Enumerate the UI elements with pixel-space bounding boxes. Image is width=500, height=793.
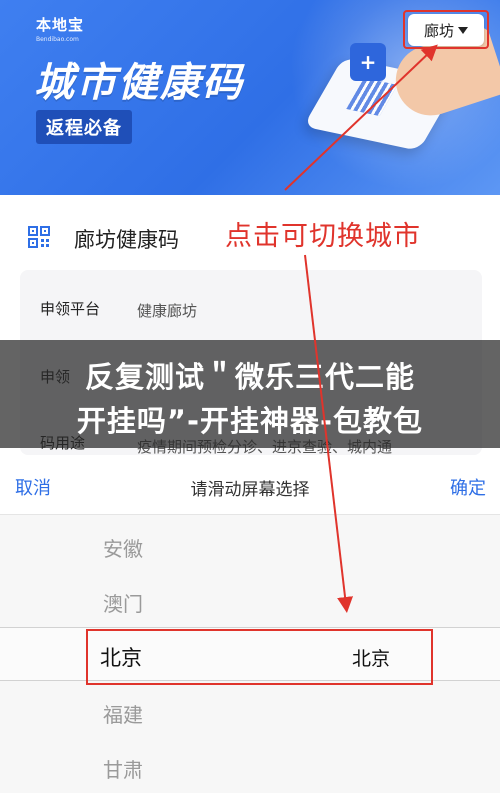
picker-option[interactable]: 福建 [103, 699, 143, 728]
banner: 本地宝 Bendibao.com 城市健康码 返程必备 + 廊坊 [0, 0, 500, 195]
logo-subtext: Bendibao.com [36, 36, 79, 43]
shield-cross-icon: + [350, 43, 386, 81]
overlay-line-1: 反复测试＂微乐三代二能 [84, 360, 415, 394]
overlay-line-2: 开挂吗”-开挂神器-包教包 [76, 404, 424, 438]
picker-option[interactable]: 安徽 [103, 533, 143, 562]
overlay-banner: 反复测试＂微乐三代二能 开挂吗”-开挂神器-包教包 [0, 340, 500, 448]
picker-option[interactable]: 澳门 [103, 588, 143, 617]
row-label-platform: 申领平台 [40, 300, 101, 318]
phone-qr-illustration [346, 77, 398, 116]
picker-title: 请滑动屏幕选择 [190, 480, 310, 500]
annotation-text: 点击可切换城市 [225, 221, 421, 252]
highlight-box-selection [86, 629, 433, 685]
confirm-button[interactable]: 确定 [450, 474, 486, 500]
logo-text: 本地宝 [36, 16, 85, 34]
card-title: 廊坊健康码 [74, 228, 179, 252]
qr-code-icon [28, 226, 50, 248]
banner-subtitle: 返程必备 [36, 110, 132, 144]
highlight-box-city [403, 10, 489, 49]
bendibao-logo: 本地宝 Bendibao.com [36, 14, 84, 43]
row-value-platform: 健康廊坊 [137, 302, 198, 320]
banner-title: 城市健康码 [34, 60, 244, 106]
picker-toolbar: 取消 请滑动屏幕选择 确定 [0, 455, 500, 515]
picker-option[interactable]: 甘肃 [103, 754, 143, 783]
